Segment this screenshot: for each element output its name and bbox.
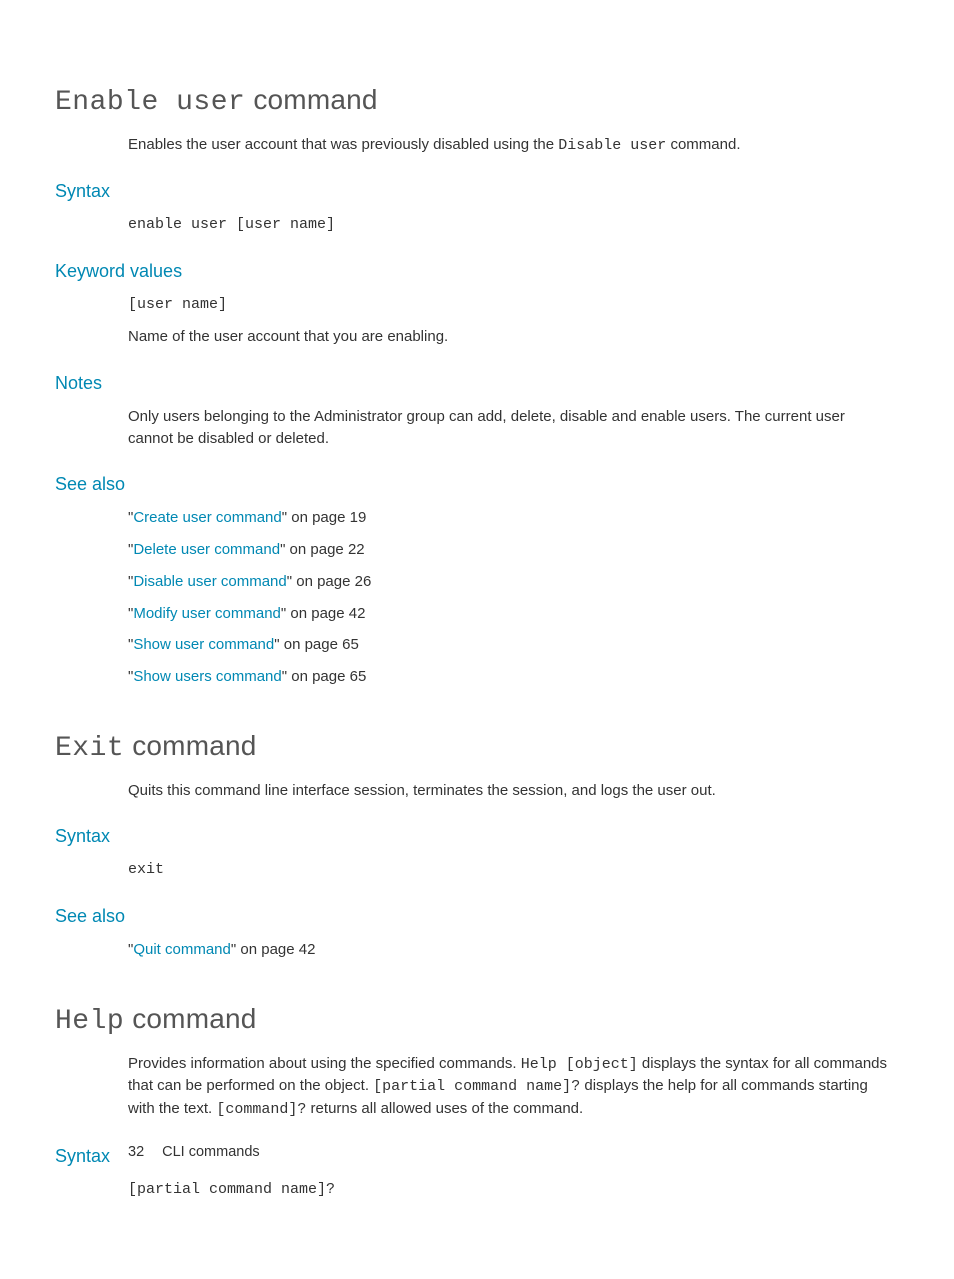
see-also-suffix: on page 65 bbox=[287, 668, 366, 685]
link-disable-user[interactable]: Disable user command bbox=[133, 573, 286, 590]
desc-mono: [command]? bbox=[216, 1101, 306, 1118]
link-show-users[interactable]: Show users command bbox=[133, 668, 281, 685]
desc-text: returns all allowed uses of the command. bbox=[306, 1100, 583, 1117]
keyword-code: [user name] bbox=[128, 294, 892, 316]
syntax-code: enable user [user name] bbox=[128, 214, 892, 236]
see-also-heading: See also bbox=[55, 471, 892, 497]
keyword-values-heading: Keyword values bbox=[55, 258, 892, 284]
see-also-list: "Quit command" on page 42 bbox=[128, 939, 892, 961]
desc-mono: [partial command name]? bbox=[373, 1078, 580, 1095]
see-also-suffix: on page 42 bbox=[236, 941, 315, 958]
syntax-code: exit bbox=[128, 859, 892, 881]
desc-pre: Enables the user account that was previo… bbox=[128, 136, 558, 153]
description-enable-user: Enables the user account that was previo… bbox=[128, 134, 892, 157]
see-also-heading: See also bbox=[55, 903, 892, 929]
see-also-list: "Create user command" on page 19 "Delete… bbox=[128, 507, 892, 688]
syntax-code: [partial command name]? bbox=[128, 1179, 892, 1201]
description-help: Provides information about using the spe… bbox=[128, 1053, 892, 1121]
page-footer: 32 CLI commands bbox=[128, 1142, 260, 1163]
see-also-item: "Show user command" on page 65 bbox=[128, 634, 892, 656]
see-also-item: "Show users command" on page 65 bbox=[128, 666, 892, 688]
heading-mono-part: Help bbox=[55, 1006, 124, 1037]
heading-mono-part: Exit bbox=[55, 733, 124, 764]
notes-text: Only users belonging to the Administrato… bbox=[128, 406, 892, 450]
heading-plain-part: command bbox=[124, 1003, 256, 1034]
heading-help: Help command bbox=[55, 999, 892, 1043]
see-also-suffix: on page 22 bbox=[285, 541, 364, 558]
link-quit-command[interactable]: Quit command bbox=[133, 941, 231, 958]
desc-post: command. bbox=[666, 136, 740, 153]
desc-mono: Disable user bbox=[558, 137, 666, 154]
link-create-user[interactable]: Create user command bbox=[133, 509, 281, 526]
see-also-suffix: on page 26 bbox=[292, 573, 371, 590]
desc-mono: Help [object] bbox=[521, 1056, 638, 1073]
syntax-heading: Syntax bbox=[55, 178, 892, 204]
page-number: 32 bbox=[128, 1144, 144, 1160]
heading-plain-part: command bbox=[124, 730, 256, 761]
keyword-desc: Name of the user account that you are en… bbox=[128, 326, 892, 348]
see-also-item: "Delete user command" on page 22 bbox=[128, 539, 892, 561]
see-also-suffix: on page 19 bbox=[287, 509, 366, 526]
see-also-suffix: on page 65 bbox=[280, 636, 359, 653]
see-also-item: "Create user command" on page 19 bbox=[128, 507, 892, 529]
see-also-item: "Modify user command" on page 42 bbox=[128, 603, 892, 625]
chapter-title: CLI commands bbox=[162, 1144, 260, 1160]
see-also-item: "Disable user command" on page 26 bbox=[128, 571, 892, 593]
link-delete-user[interactable]: Delete user command bbox=[133, 541, 280, 558]
link-modify-user[interactable]: Modify user command bbox=[133, 605, 281, 622]
section-enable-user: Enable user command Enables the user acc… bbox=[55, 80, 892, 688]
heading-exit: Exit command bbox=[55, 726, 892, 770]
notes-heading: Notes bbox=[55, 370, 892, 396]
syntax-heading: Syntax bbox=[55, 823, 892, 849]
heading-plain-part: command bbox=[245, 84, 377, 115]
see-also-item: "Quit command" on page 42 bbox=[128, 939, 892, 961]
desc-text: Provides information about using the spe… bbox=[128, 1055, 521, 1072]
heading-enable-user: Enable user command bbox=[55, 80, 892, 124]
heading-mono-part: Enable user bbox=[55, 87, 245, 118]
see-also-suffix: on page 42 bbox=[286, 605, 365, 622]
section-help: Help command Provides information about … bbox=[55, 999, 892, 1201]
link-show-user[interactable]: Show user command bbox=[133, 636, 274, 653]
description-exit: Quits this command line interface sessio… bbox=[128, 780, 892, 802]
section-exit: Exit command Quits this command line int… bbox=[55, 726, 892, 961]
